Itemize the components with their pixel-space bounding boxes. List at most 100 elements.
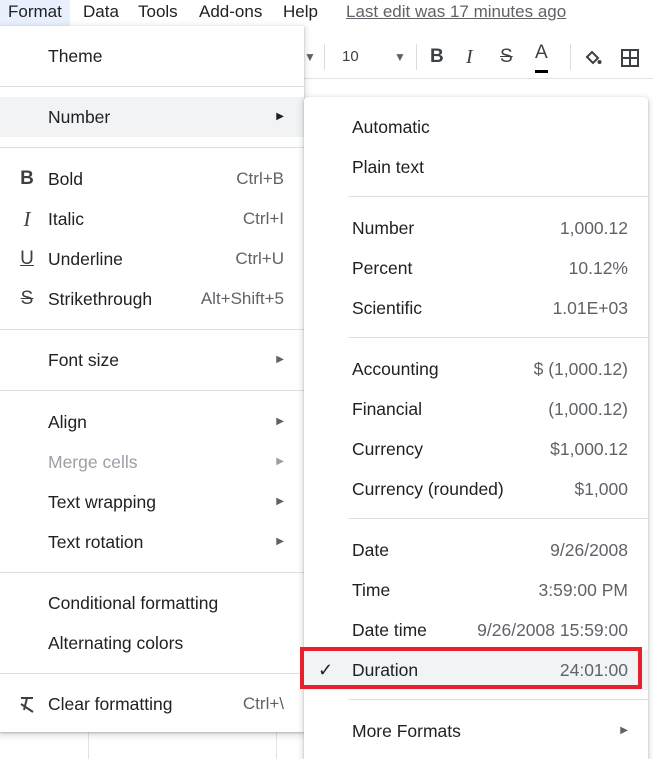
menu-help[interactable]: Help xyxy=(275,0,326,26)
format-example: $1,000.12 xyxy=(550,439,628,459)
format-option-automatic[interactable]: Automatic xyxy=(304,107,648,147)
format-option-scientific[interactable]: Scientific 1.01E+03 xyxy=(304,288,648,328)
format-option-financial[interactable]: Financial (1,000.12) xyxy=(304,389,648,429)
submenu-arrow-icon: ▶ xyxy=(276,496,284,507)
menu-item-italic[interactable]: I Italic Ctrl+I xyxy=(0,199,304,239)
format-example: 3:59:00 PM xyxy=(538,580,629,600)
text-color-button[interactable]: A xyxy=(535,36,548,73)
fill-color-icon[interactable] xyxy=(583,36,603,78)
menu-item-label: Align xyxy=(48,412,87,432)
shortcut-label: Ctrl+B xyxy=(236,169,284,188)
format-option-date[interactable]: Date 9/26/2008 xyxy=(304,530,648,570)
format-example: 1.01E+03 xyxy=(552,298,628,318)
menu-item-label: Alternating colors xyxy=(48,633,184,653)
format-option-label: Scientific xyxy=(352,298,423,318)
menu-data[interactable]: Data xyxy=(75,0,127,26)
format-option-label: Plain text xyxy=(352,157,424,177)
menu-divider xyxy=(0,572,304,573)
menu-item-bold[interactable]: B Bold Ctrl+B xyxy=(0,159,304,199)
format-option-label: More Formats xyxy=(352,721,461,741)
format-option-percent[interactable]: Percent 10.12% xyxy=(304,248,648,288)
menu-item-merge-cells: Merge cells ▶ xyxy=(0,442,304,482)
clear-formatting-icon xyxy=(16,684,38,724)
menu-divider xyxy=(348,518,648,519)
menu-item-align[interactable]: Align ▶ xyxy=(0,402,304,442)
menu-divider xyxy=(0,147,304,148)
format-example: 9/26/2008 15:59:00 xyxy=(477,620,628,640)
menu-item-label: Underline xyxy=(48,249,123,269)
menu-item-label: Clear formatting xyxy=(48,694,173,714)
format-option-plain-text[interactable]: Plain text xyxy=(304,147,648,187)
format-option-label: Financial xyxy=(352,399,423,419)
format-example: $1,000 xyxy=(574,479,628,499)
toolbar-divider xyxy=(570,44,571,70)
format-option-label: Number xyxy=(352,218,415,238)
submenu-arrow-icon: ▶ xyxy=(620,725,628,736)
menu-item-underline[interactable]: U Underline Ctrl+U xyxy=(0,239,304,279)
menu-item-label: Merge cells xyxy=(48,452,138,472)
format-option-label: Time xyxy=(352,580,391,600)
format-example: 10.12% xyxy=(568,258,628,278)
menu-item-label: Number xyxy=(48,107,111,127)
menu-item-text-wrapping[interactable]: Text wrapping ▶ xyxy=(0,482,304,522)
format-option-date-time[interactable]: Date time 9/26/2008 15:59:00 xyxy=(304,610,648,650)
submenu-arrow-icon: ▶ xyxy=(276,111,284,122)
format-option-label: Automatic xyxy=(352,117,430,137)
menu-item-label: Bold xyxy=(48,169,84,189)
menu-item-number[interactable]: Number ▶ xyxy=(0,97,304,137)
submenu-arrow-icon: ▶ xyxy=(276,536,284,547)
bold-icon: B xyxy=(20,168,34,189)
menu-divider xyxy=(0,329,304,330)
menu-divider xyxy=(0,86,304,87)
format-option-label: Percent xyxy=(352,258,413,278)
menu-divider xyxy=(348,196,648,197)
toolbar: ▼ 10 ▼ B I S A xyxy=(300,36,653,78)
format-option-number[interactable]: Number 1,000.12 xyxy=(304,208,648,248)
shortcut-label: Ctrl+U xyxy=(235,249,284,268)
format-option-more-formats[interactable]: More Formats ▶ xyxy=(304,711,648,751)
shortcut-label: Alt+Shift+5 xyxy=(200,289,284,308)
menu-item-clear-formatting[interactable]: Clear formatting Ctrl+\ xyxy=(0,684,304,724)
font-size-dropdown-icon[interactable]: ▼ xyxy=(394,36,406,78)
format-option-label: Currency xyxy=(352,439,423,459)
menu-item-conditional-formatting[interactable]: Conditional formatting xyxy=(0,583,304,623)
menu-tools[interactable]: Tools xyxy=(130,0,186,26)
menu-bar: Format Data Tools Add-ons Help Last edit… xyxy=(0,0,653,26)
font-size-value[interactable]: 10 xyxy=(342,36,359,78)
menu-item-font-size[interactable]: Font size ▶ xyxy=(0,340,304,380)
format-option-currency[interactable]: Currency $1,000.12 xyxy=(304,429,648,469)
format-example: 1,000.12 xyxy=(559,218,628,238)
italic-icon: I xyxy=(23,207,31,231)
format-option-label: Accounting xyxy=(352,359,439,379)
last-edit-link[interactable]: Last edit was 17 minutes ago xyxy=(346,0,566,24)
submenu-arrow-icon: ▶ xyxy=(276,456,284,467)
menu-item-label: Strikethrough xyxy=(48,289,153,309)
menu-item-alternating-colors[interactable]: Alternating colors xyxy=(0,623,304,663)
format-example: $ (1,000.12) xyxy=(533,359,628,379)
menu-item-theme[interactable]: Theme xyxy=(0,36,304,76)
menu-divider xyxy=(0,390,304,391)
italic-button[interactable]: I xyxy=(466,36,473,78)
menu-item-label: Font size xyxy=(48,350,119,370)
menu-format[interactable]: Format xyxy=(0,0,70,26)
bold-button[interactable]: B xyxy=(430,36,444,78)
underline-icon: U xyxy=(20,248,34,269)
toolbar-divider xyxy=(324,44,325,70)
format-option-label: Date xyxy=(352,540,389,560)
menu-divider xyxy=(348,337,648,338)
format-example: (1,000.12) xyxy=(548,399,628,419)
menu-add-ons[interactable]: Add-ons xyxy=(191,0,270,26)
menu-item-text-rotation[interactable]: Text rotation ▶ xyxy=(0,522,304,562)
format-option-time[interactable]: Time 3:59:00 PM xyxy=(304,570,648,610)
menu-item-strikethrough[interactable]: S Strikethrough Alt+Shift+5 xyxy=(0,279,304,319)
font-dropdown-arrow-icon[interactable]: ▼ xyxy=(304,36,316,78)
strikethrough-button[interactable]: S xyxy=(500,36,513,78)
toolbar-divider xyxy=(416,44,417,70)
format-option-label: Currency (rounded) xyxy=(352,479,504,499)
menu-item-label: Theme xyxy=(48,46,103,66)
duration-highlight-box xyxy=(300,647,642,689)
format-option-accounting[interactable]: Accounting $ (1,000.12) xyxy=(304,349,648,389)
format-menu: Theme Number ▶ B Bold Ctrl+B I Italic Ct… xyxy=(0,26,304,732)
borders-icon[interactable] xyxy=(620,36,640,78)
format-option-currency-rounded[interactable]: Currency (rounded) $1,000 xyxy=(304,469,648,509)
